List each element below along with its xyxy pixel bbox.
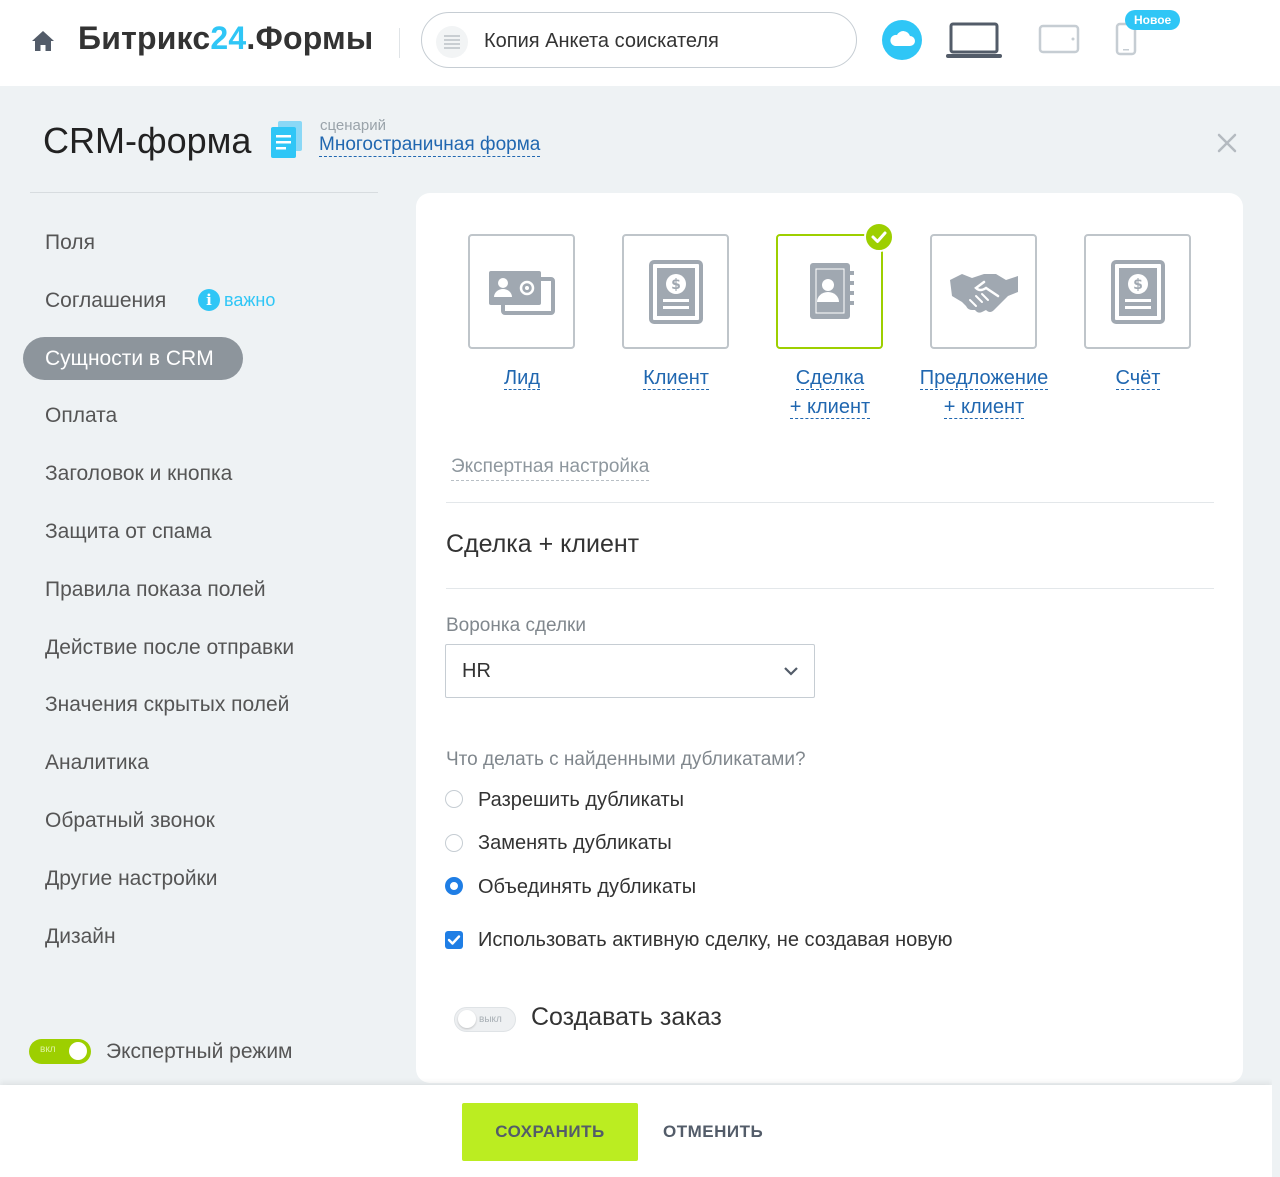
form-name: Копия Анкета соискателя [484,30,719,52]
section-title: Сделка + клиент [446,530,640,558]
home-icon[interactable] [30,28,56,54]
entity-lead-tile[interactable] [468,234,575,349]
sidebar-item-after-submit[interactable]: Действие после отправки [45,636,294,660]
cloud-icon[interactable] [882,20,922,60]
svg-text:$: $ [671,277,681,293]
tablet-preview-icon[interactable] [1038,24,1080,54]
section-divider [446,588,1214,589]
entity-proposal-client-tile[interactable] [930,234,1037,349]
toggle-knob [458,1010,476,1028]
scenario-document-icon [271,121,302,158]
expert-mode-label: Экспертный режим [106,1040,293,1063]
entity-client-tile[interactable]: $ [622,234,729,349]
create-order-toggle[interactable]: выкл [454,1007,516,1032]
page-scrollbar[interactable] [1272,86,1280,1177]
toggle-knob [69,1042,87,1060]
invoice-doc-icon: $ [648,259,703,324]
toggle-state-label: выкл [479,1014,502,1025]
expert-setting-link[interactable]: Экспертная настройка [451,454,650,481]
radio-allow-duplicates[interactable] [445,790,463,808]
sidebar-item-design[interactable]: Дизайн [45,925,116,949]
info-icon: i [198,289,220,311]
entity-lead-label[interactable]: Лид [462,364,582,393]
replace-duplicates-label[interactable]: Заменять дубликаты [478,832,672,855]
sidebar-item-label: Сущности в CRM [45,347,214,370]
entity-client-label[interactable]: Клиент [616,364,736,393]
pipeline-label: Воронка сделки [446,615,586,636]
close-icon[interactable] [1216,132,1238,154]
contact-book-icon [809,262,854,319]
sidebar-item-fields[interactable]: Поля [45,231,95,255]
desktop-preview-icon[interactable] [945,22,1003,60]
radio-merge-duplicates[interactable] [445,877,463,895]
sidebar-item-spam-protection[interactable]: Защита от спама [45,520,212,544]
save-button[interactable]: СОХРАНИТЬ [462,1103,638,1161]
merge-duplicates-label[interactable]: Объединять дубликаты [478,876,696,899]
cancel-button[interactable]: ОТМЕНИТЬ [663,1122,763,1142]
expert-mode-toggle[interactable]: вкл [29,1039,91,1064]
entity-invoice-label[interactable]: Счёт [1078,364,1198,393]
chevron-down-icon [784,667,798,676]
sidebar-item-callback[interactable]: Обратный звонок [45,809,215,833]
allow-duplicates-label[interactable]: Разрешить дубликаты [478,789,684,812]
brand-separator [399,28,400,58]
title-divider [30,192,378,193]
duplicates-question: Что делать с найденными дубликатами? [446,749,806,770]
radio-replace-duplicates[interactable] [445,834,463,852]
sidebar-item-crm-entities[interactable]: Сущности в CRM [23,337,243,380]
active-deal-label[interactable]: Использовать активную сделку, не создава… [478,929,952,952]
new-badge: Новое [1125,10,1181,30]
sidebar-item-agreements[interactable]: Соглашения [45,289,166,313]
sidebar-item-payment[interactable]: Оплата [45,404,117,428]
lead-icon [488,270,555,315]
sidebar-item-other-settings[interactable]: Другие настройки [45,867,217,891]
create-order-label: Создавать заказ [531,1003,722,1031]
page-title: CRM-форма [43,120,252,161]
sidebar-item-hidden-fields[interactable]: Значения скрытых полей [45,693,289,717]
pipeline-select[interactable]: HR [445,644,815,698]
brand-logo: Битрикс24.Формы [78,20,374,56]
entity-deal-client-label[interactable]: Сделка + клиент [770,364,890,422]
toggle-state-label: вкл [40,1044,56,1055]
form-document-icon [436,26,468,58]
selected-check-icon [864,222,894,252]
entity-deal-client-tile[interactable] [776,234,883,349]
section-divider [446,502,1214,503]
scenario-caption: сценарий [320,117,386,134]
pipeline-value: HR [462,660,491,682]
important-label: важно [224,289,276,310]
form-selector[interactable]: Копия Анкета соискателя [421,12,857,68]
important-hint[interactable]: i важно [198,289,275,311]
sidebar-item-header-button[interactable]: Заголовок и кнопка [45,462,232,486]
top-bar: Битрикс24.Формы Копия Анкета соискателя … [0,0,1280,86]
handshake-icon [949,273,1018,313]
sidebar-item-field-rules[interactable]: Правила показа полей [45,578,266,602]
entity-proposal-client-label[interactable]: Предложение + клиент [904,364,1064,422]
scenario-selector[interactable]: Многостраничная форма [319,134,541,157]
entity-invoice-tile[interactable]: $ [1084,234,1191,349]
active-deal-checkbox[interactable] [445,931,463,949]
sidebar-item-analytics[interactable]: Аналитика [45,751,149,775]
invoice-doc-icon: $ [1110,259,1165,324]
svg-text:$: $ [1133,277,1143,293]
